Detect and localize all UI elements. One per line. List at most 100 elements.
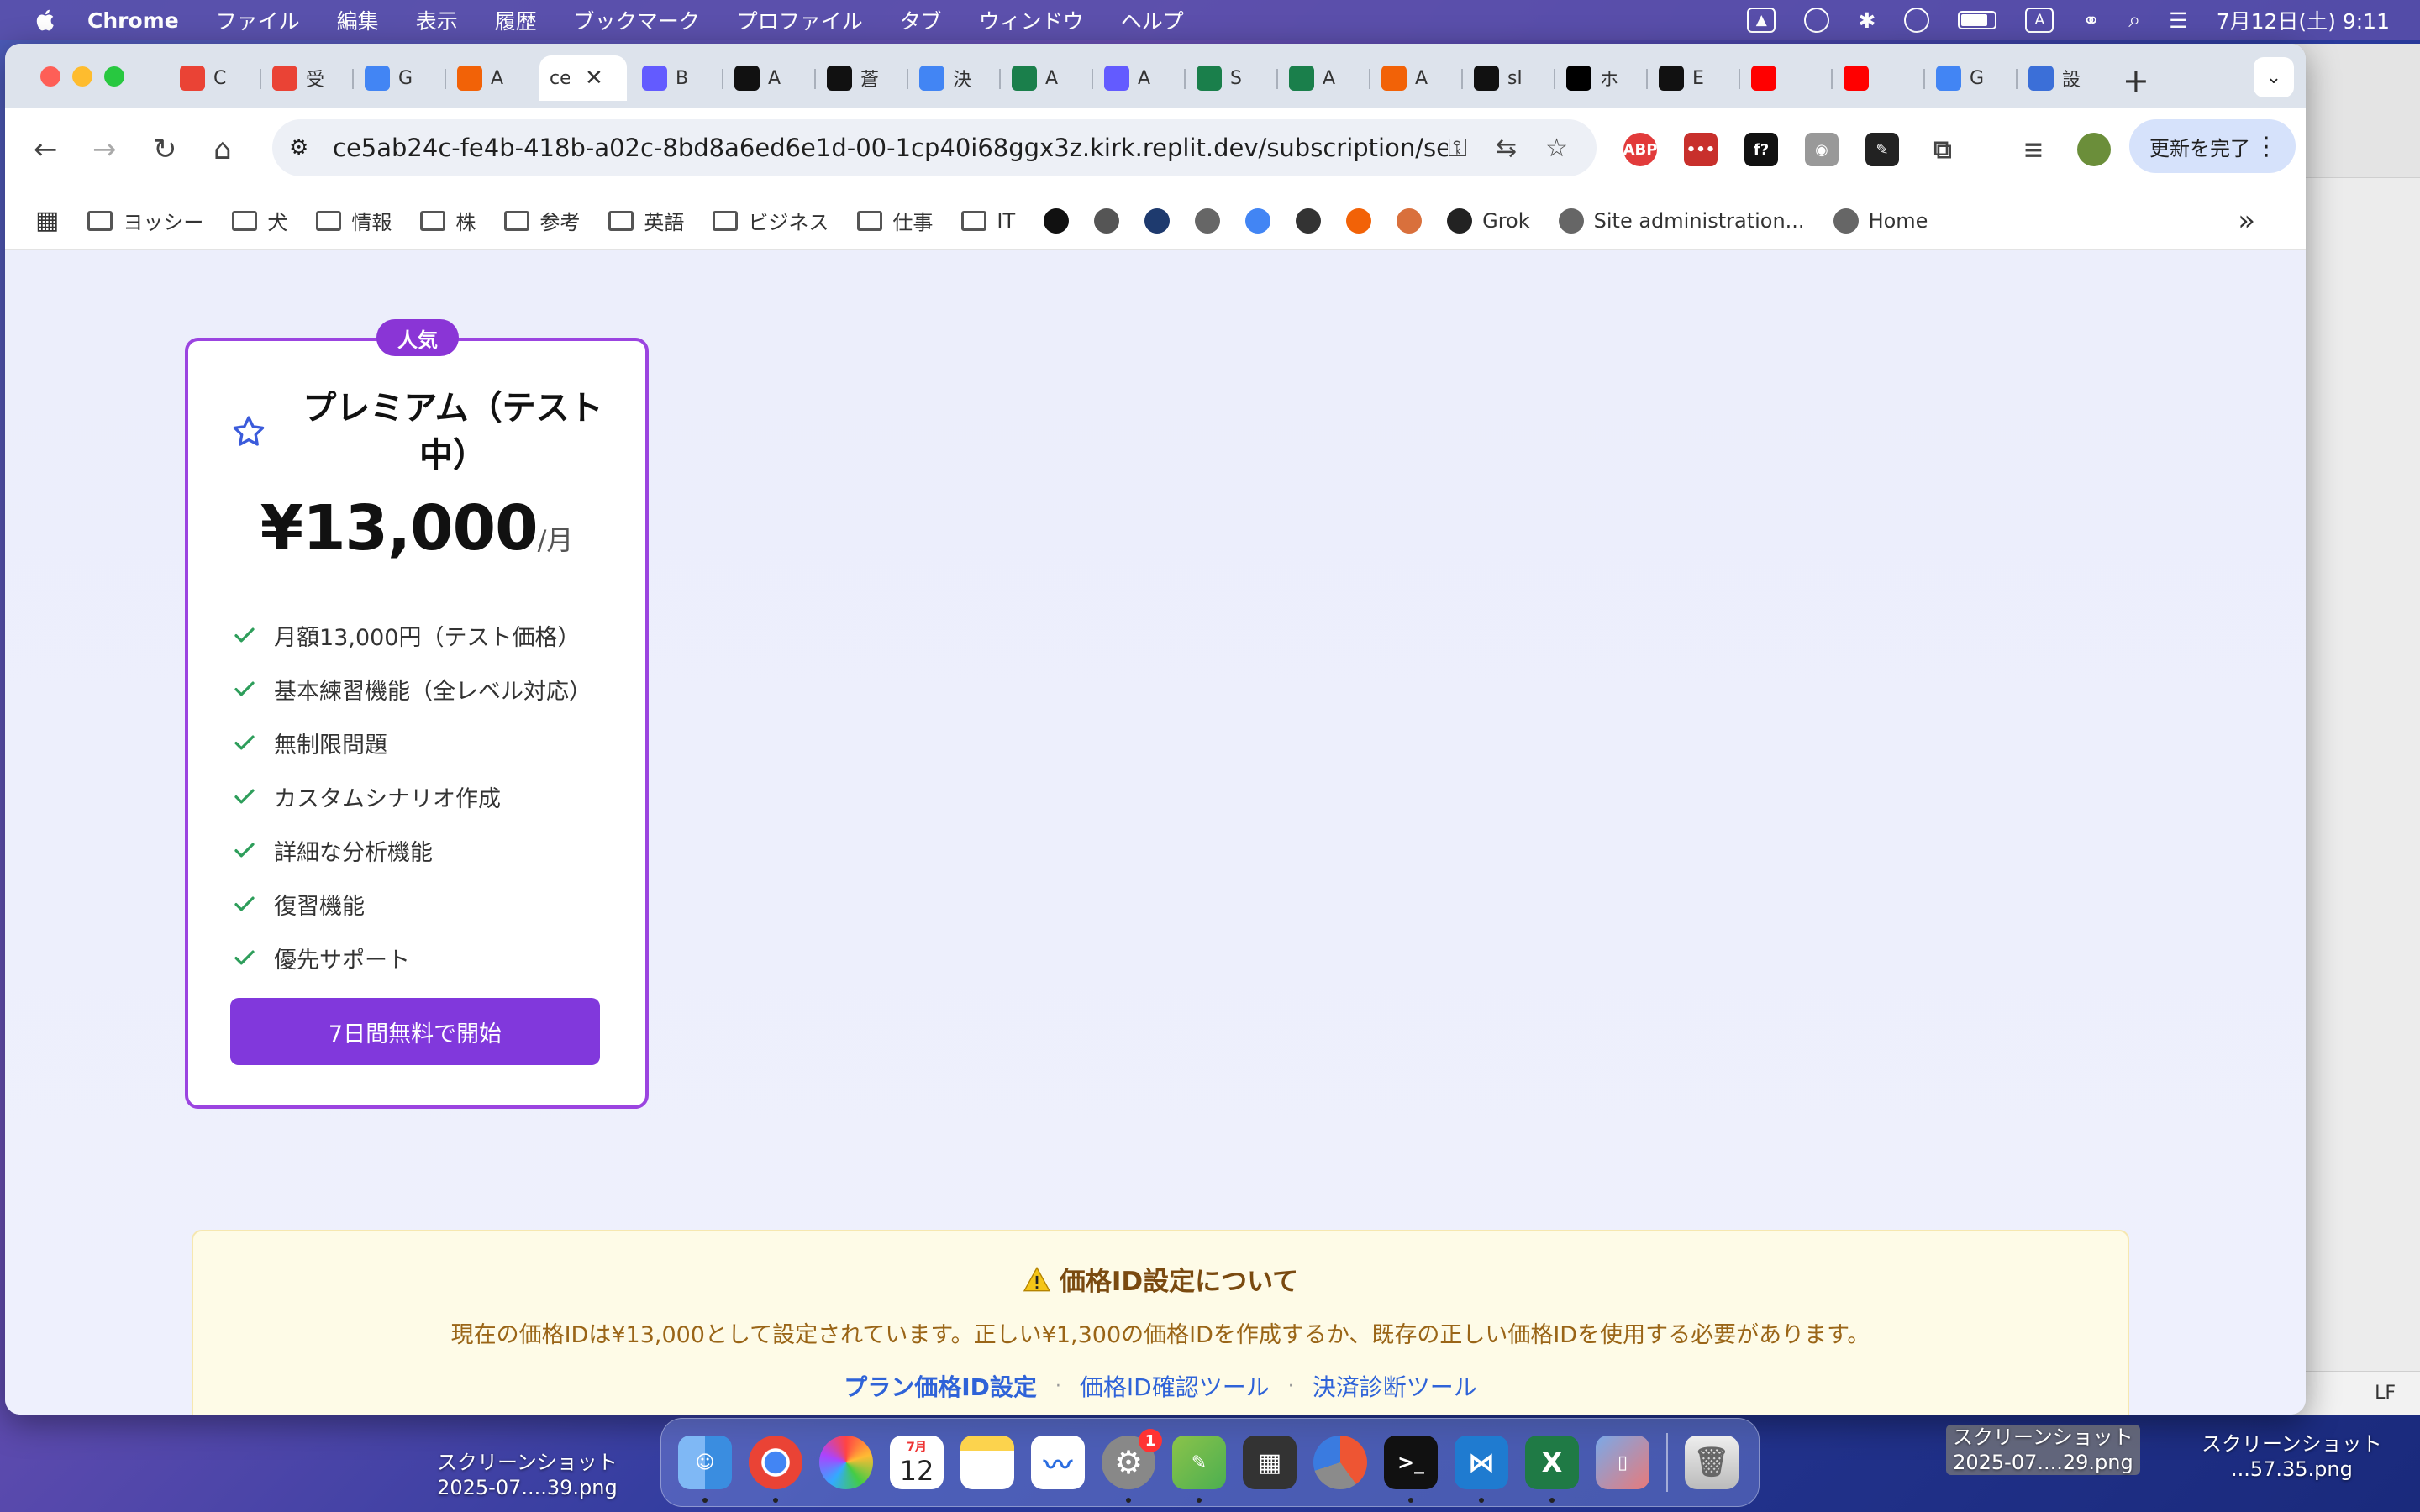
bookmarks-overflow-icon[interactable]: » [2238,204,2255,238]
line-ending-status[interactable]: LF [2375,1383,2396,1404]
finder-icon[interactable]: ☺ [678,1436,732,1503]
menu-edit[interactable]: 編集 [337,5,379,35]
browser-tab[interactable]: S [1186,55,1279,101]
browser-tab[interactable]: A [724,55,817,101]
battery-icon[interactable] [1958,11,1997,29]
system-settings-icon[interactable]: ⚙ 1 [1102,1429,1162,1503]
browser-tab[interactable]: B [632,55,724,101]
photos-icon[interactable] [819,1436,873,1489]
freeform-icon[interactable]: 〰 [1031,1436,1085,1489]
timer-icon[interactable] [1904,8,1930,33]
bookmark-folder[interactable]: IT [961,209,1015,233]
desktop-file-label[interactable]: スクリーンショット ...57.35.png [2202,1431,2382,1482]
translate-icon[interactable]: ⇆ [1496,134,1517,163]
payment-diagnostics-link[interactable]: 決済診断ツール [1313,1369,1477,1403]
new-tab-button[interactable]: + [2123,62,2149,99]
bookmark-star-icon[interactable]: ☆ [1545,134,1568,163]
sync-icon[interactable] [1195,207,1221,234]
browser-tab[interactable]: A [447,55,539,101]
menu-window[interactable]: ウィンドウ [979,5,1084,35]
profile-avatar[interactable] [2077,133,2111,166]
camera-icon[interactable]: ◉ [1805,133,1839,166]
formula-extension-icon[interactable]: f? [1744,133,1778,166]
price-id-check-tool-link[interactable]: 価格ID確認ツール [1080,1369,1270,1403]
browser-tab[interactable]: G [1926,55,2018,101]
m-icon[interactable] [1296,207,1322,234]
browser-tab[interactable]: A [1002,55,1094,101]
update-button[interactable]: 更新を完了 ⋮ [2129,119,2296,173]
bookmark-link[interactable]: Grok [1447,207,1530,234]
disk-utility-icon[interactable] [1313,1436,1367,1489]
bluetooth-icon[interactable]: ✱ [1858,8,1876,33]
browser-tab[interactable] [1833,55,1926,101]
chrome-icon[interactable] [749,1436,802,1503]
bookmark-folder[interactable]: 英語 [608,206,684,235]
bookmark-folder[interactable]: ビジネス [713,206,829,235]
play-icon[interactable] [1804,8,1830,33]
tab-search-button[interactable]: ⌄ [2254,57,2294,97]
minimize-window-button[interactable] [72,66,92,87]
menu-profile[interactable]: プロファイル [737,5,863,35]
home-button[interactable]: ⌂ [213,133,232,166]
link-icon[interactable]: ⚭ [2082,8,2100,33]
menu-view[interactable]: 表示 [416,5,458,35]
browser-tab[interactable]: A [1371,55,1464,101]
bookmark-link[interactable]: Home [1833,207,1928,234]
bookmark-folder[interactable]: ヨッシー [87,206,203,235]
notes-icon[interactable] [960,1436,1014,1489]
menu-history[interactable]: 履歴 [495,5,537,35]
claude-icon[interactable] [1397,207,1423,234]
maps-icon[interactable]: ✎ [1172,1436,1226,1503]
zoom-window-button[interactable] [104,66,124,87]
browser-tab[interactable]: 蒼 [817,55,909,101]
menu-help[interactable]: ヘルプ [1121,5,1184,35]
password-key-icon[interactable]: ⚿ [1448,134,1467,163]
browser-tab[interactable]: E [1649,55,1741,101]
replit-icon[interactable] [1346,207,1372,234]
desktop-file-label[interactable]: スクリーンショット 2025-07....29.png [1946,1425,2140,1475]
close-tab-icon[interactable]: ✕ [585,66,603,91]
menu-file[interactable]: ファイル [216,5,300,35]
menu-bookmarks[interactable]: ブックマーク [574,5,700,35]
vscode-icon[interactable]: ⋈ [1455,1436,1508,1503]
chatgpt-icon[interactable] [1044,207,1070,234]
browser-tab[interactable]: A [1279,55,1371,101]
browser-tab[interactable]: ホ [1556,55,1649,101]
menu-clock[interactable]: 7月12日(土) 9:11 [2217,5,2390,35]
input-source-icon[interactable]: A [2025,8,2054,33]
forward-button[interactable]: → [92,133,117,166]
iphone-mirroring-icon[interactable]: ▯ [1596,1436,1649,1489]
browser-tab[interactable] [1741,55,1833,101]
bookmark-folder[interactable]: 犬 [232,206,287,235]
spotlight-icon[interactable]: ⌕ [2128,8,2140,33]
extension-dots-icon[interactable]: ••• [1684,133,1718,166]
tab-active[interactable]: ce ✕ [539,55,627,101]
translate-icon[interactable] [1245,207,1271,234]
trash-icon[interactable]: 🗑 [1685,1436,1739,1489]
browser-tab[interactable]: C [170,55,262,101]
eyedropper-icon[interactable]: ✎ [1865,133,1899,166]
terminal-icon[interactable]: >_ [1384,1436,1438,1503]
adblock-icon[interactable]: ABP [1623,133,1657,166]
site-info-icon[interactable]: ⚙ [289,135,318,160]
browser-tab[interactable]: 決 [909,55,1002,101]
more-menu-icon[interactable]: ⋮ [2254,132,2279,161]
apps-grid-icon[interactable]: ▦ [35,206,59,235]
desktop-file-label[interactable]: スクリーンショット 2025-07....39.png [437,1450,618,1500]
dev-icon[interactable] [1144,207,1171,234]
reload-button[interactable]: ↻ [153,133,177,166]
control-center-icon[interactable]: ☰ [2169,8,2187,33]
back-button[interactable]: ← [34,133,58,166]
calculator-icon[interactable]: ▦ [1243,1436,1297,1489]
apple-icon[interactable] [34,8,59,33]
browser-tab[interactable]: 設 [2018,55,2111,101]
media-control-icon[interactable]: ≡ [2017,133,2050,166]
extensions-puzzle-icon[interactable]: ⧉ [1926,133,1960,166]
browser-tab[interactable]: 受 [262,55,355,101]
close-window-button[interactable] [40,66,60,87]
url-text[interactable]: ce5ab24c-fe4b-418b-a02c-8bd8a6ed6e1d-00-… [333,134,1448,162]
plan-price-id-settings-link[interactable]: プラン価格ID設定 [844,1369,1037,1403]
bookmark-folder[interactable]: 株 [420,206,476,235]
calendar-icon[interactable]: 7月 12 [890,1436,944,1489]
drive-icon[interactable]: ▲ [1747,8,1776,33]
